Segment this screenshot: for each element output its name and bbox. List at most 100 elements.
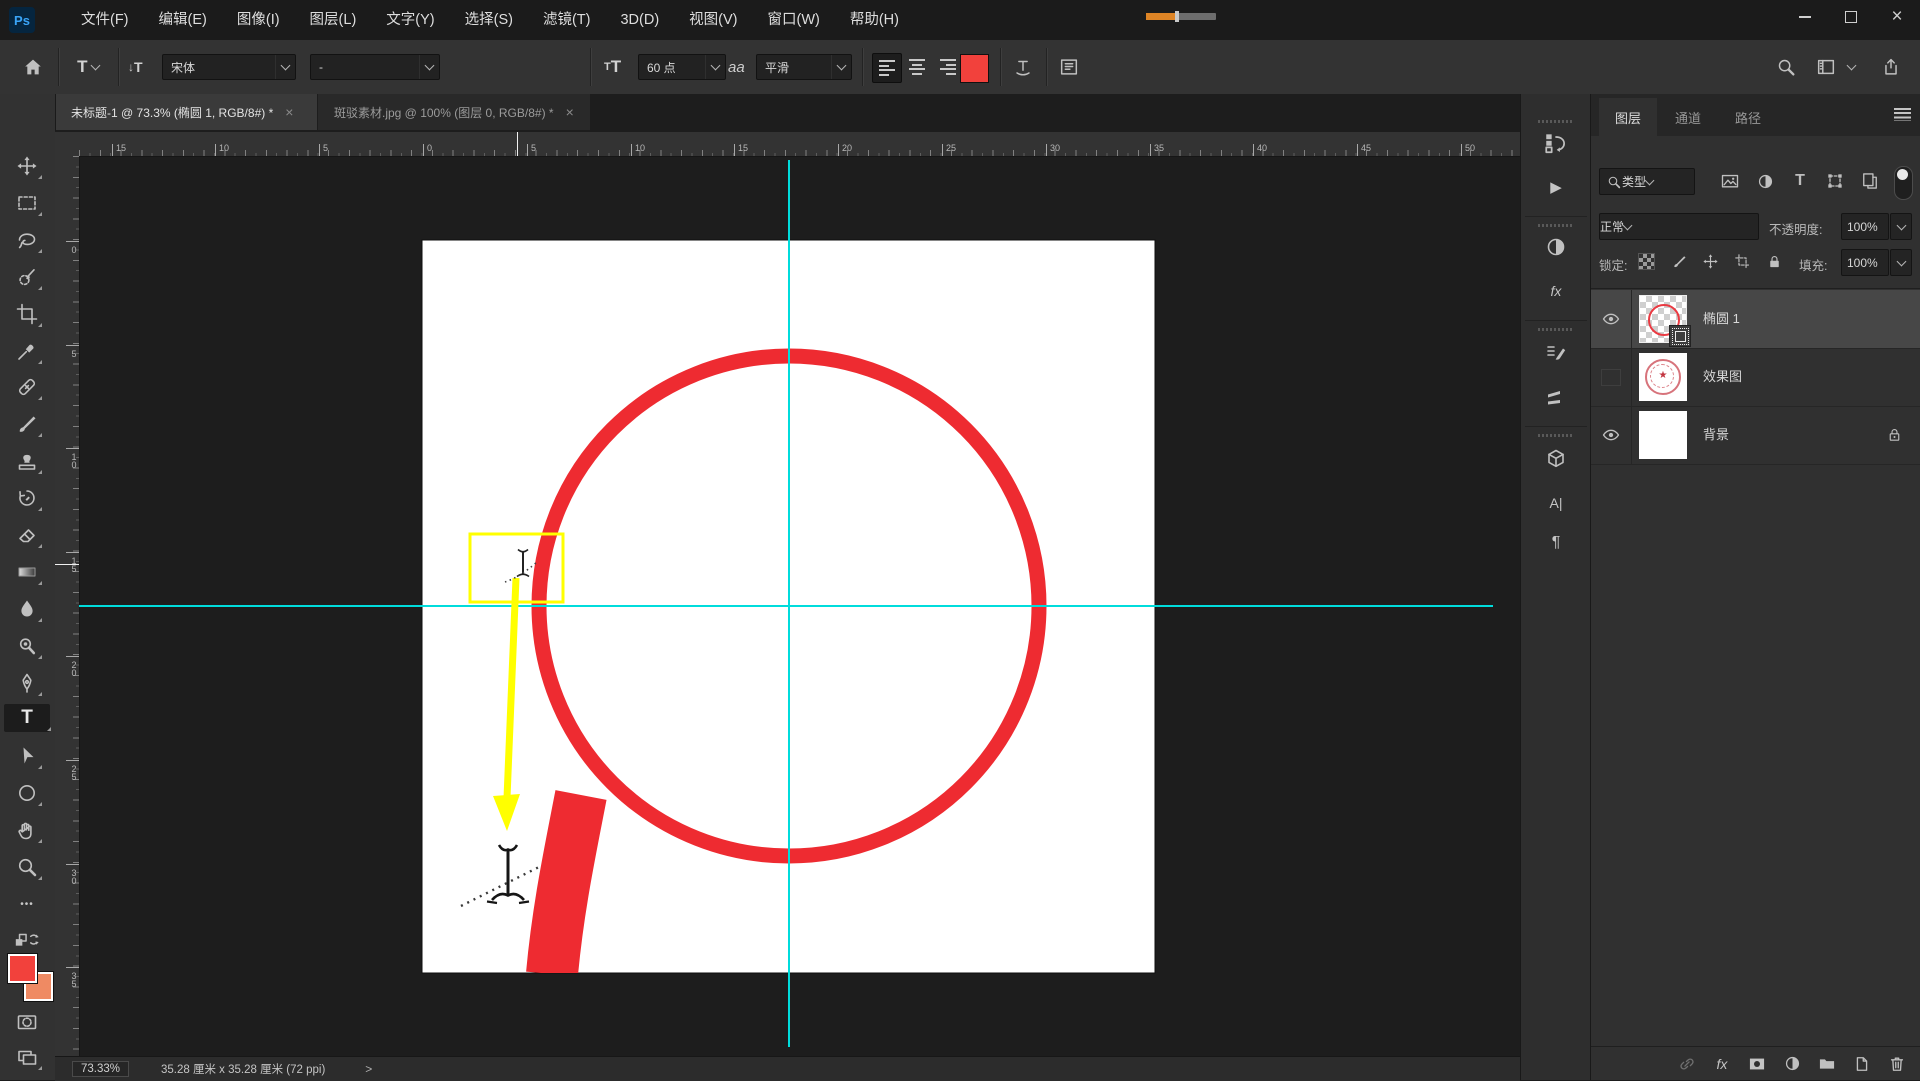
styles-panel-icon[interactable]: fx: [1543, 278, 1569, 304]
lock-image-pixels-icon[interactable]: [1668, 250, 1690, 272]
gradient-tool[interactable]: [13, 558, 41, 586]
brushes-panel-icon[interactable]: [1543, 384, 1569, 410]
menu-select[interactable]: 选择(S): [450, 0, 528, 40]
opacity-dropdown-icon[interactable]: [1890, 213, 1912, 240]
menu-window[interactable]: 窗口(W): [753, 0, 835, 40]
menu-help[interactable]: 帮助(H): [835, 0, 914, 40]
default-swap-colors-icon[interactable]: [13, 927, 41, 955]
lasso-tool[interactable]: [13, 226, 41, 254]
tab-close-icon[interactable]: ×: [566, 104, 574, 120]
new-adjustment-layer-icon[interactable]: [1780, 1052, 1804, 1076]
workspace-chevron-icon[interactable]: [1848, 54, 1855, 80]
brush-tool[interactable]: [13, 410, 41, 438]
menu-3d[interactable]: 3D(D): [605, 0, 674, 40]
menu-edit[interactable]: 编辑(E): [144, 0, 222, 40]
anti-alias-select[interactable]: 平滑: [756, 54, 852, 80]
tab-paths[interactable]: 路径: [1719, 98, 1777, 136]
document-canvas[interactable]: [79, 155, 1520, 1056]
tab-channels[interactable]: 通道: [1659, 98, 1717, 136]
filter-pixel-layers-icon[interactable]: [1719, 170, 1741, 192]
menu-layer[interactable]: 图层(L): [295, 0, 372, 40]
opacity-value-field[interactable]: 100%: [1841, 213, 1889, 240]
dock-grip[interactable]: [1538, 328, 1574, 331]
filter-smart-objects-icon[interactable]: [1859, 170, 1881, 192]
text-orientation-icon[interactable]: ↓T: [128, 54, 143, 80]
type-tool[interactable]: T: [4, 704, 50, 732]
tab-close-icon[interactable]: ×: [285, 104, 293, 120]
zoom-level-field[interactable]: 73.33%: [72, 1061, 129, 1077]
visibility-toggle[interactable]: [1591, 290, 1632, 348]
layer-name[interactable]: 椭圆 1: [1703, 290, 1740, 348]
font-size-select[interactable]: 60 点: [638, 54, 726, 80]
lock-artboard-icon[interactable]: [1731, 250, 1753, 272]
tab-banbo-sucai[interactable]: 斑驳素材.jpg @ 100% (图层 0, RGB/8#) * ×: [318, 94, 590, 130]
layer-row-ellipse-1[interactable]: 椭圆 1: [1591, 290, 1920, 349]
menu-file[interactable]: 文件(F): [66, 0, 144, 40]
layer-name[interactable]: 效果图: [1703, 348, 1742, 406]
adjustments-panel-icon[interactable]: [1543, 234, 1569, 260]
quick-selection-tool[interactable]: [13, 263, 41, 291]
screen-mode-icon[interactable]: [13, 1043, 41, 1071]
lock-transparent-pixels-icon[interactable]: [1635, 250, 1657, 272]
history-brush-tool[interactable]: [13, 484, 41, 512]
minimize-button[interactable]: [1782, 0, 1828, 34]
filter-toggle-switch[interactable]: [1894, 166, 1913, 200]
status-expand-icon[interactable]: >: [365, 1062, 372, 1076]
fill-dropdown-icon[interactable]: [1890, 249, 1912, 276]
delete-layer-icon[interactable]: [1885, 1052, 1909, 1076]
visibility-toggle[interactable]: [1591, 406, 1632, 464]
dock-grip[interactable]: [1538, 434, 1574, 437]
toggle-panels-icon[interactable]: [1058, 54, 1080, 80]
filter-type-layers-icon[interactable]: T: [1789, 170, 1811, 192]
horizontal-ruler[interactable]: 1510505101520253035404550: [79, 132, 1520, 157]
actions-panel-icon[interactable]: ▶: [1543, 174, 1569, 200]
path-selection-tool[interactable]: [13, 742, 41, 770]
dock-grip[interactable]: [1538, 120, 1574, 123]
new-layer-icon[interactable]: [1850, 1052, 1874, 1076]
character-panel-icon[interactable]: A|: [1543, 490, 1569, 516]
crop-tool[interactable]: [13, 300, 41, 328]
layer-thumbnail[interactable]: [1639, 295, 1687, 343]
new-group-icon[interactable]: [1815, 1052, 1839, 1076]
layer-row-effect-image[interactable]: ★ 效果图: [1591, 348, 1920, 407]
clone-stamp-tool[interactable]: [13, 447, 41, 475]
filter-adjustment-layers-icon[interactable]: [1754, 170, 1776, 192]
dock-grip[interactable]: [1538, 224, 1574, 227]
blend-mode-select[interactable]: 正常: [1599, 213, 1759, 240]
search-icon[interactable]: [1775, 54, 1797, 80]
menu-type[interactable]: 文字(Y): [371, 0, 449, 40]
align-right-button[interactable]: [934, 53, 962, 81]
eraser-tool[interactable]: [13, 521, 41, 549]
restore-button[interactable]: [1828, 0, 1874, 34]
ruler-origin-corner[interactable]: [55, 132, 80, 157]
quick-mask-icon[interactable]: [13, 1008, 41, 1036]
eyedropper-tool[interactable]: [13, 337, 41, 365]
warp-text-icon[interactable]: [1012, 54, 1034, 80]
workspace-icon[interactable]: [1815, 54, 1837, 80]
dodge-tool[interactable]: [13, 632, 41, 660]
pen-tool[interactable]: [13, 669, 41, 697]
spot-healing-brush-tool[interactable]: [13, 373, 41, 401]
link-layers-icon[interactable]: [1675, 1052, 1699, 1076]
menu-view[interactable]: 视图(V): [674, 0, 752, 40]
titlebar-progress-slider[interactable]: [1146, 13, 1216, 20]
share-icon[interactable]: [1880, 54, 1902, 80]
layer-row-background[interactable]: 背景: [1591, 406, 1920, 465]
tab-untitled-1[interactable]: 未标题-1 @ 73.3% (椭圆 1, RGB/8#) * ×: [55, 94, 317, 130]
home-icon[interactable]: [22, 54, 44, 80]
lock-all-icon[interactable]: [1763, 250, 1785, 272]
zoom-tool[interactable]: [13, 853, 41, 881]
rectangular-marquee-tool[interactable]: [13, 189, 41, 217]
font-family-select[interactable]: 宋体: [162, 54, 296, 80]
layer-style-fx-icon[interactable]: fx: [1710, 1052, 1734, 1076]
tab-layers[interactable]: 图层: [1599, 98, 1657, 136]
filter-shape-layers-icon[interactable]: [1824, 170, 1846, 192]
close-button[interactable]: ×: [1874, 0, 1920, 34]
lock-position-icon[interactable]: [1699, 250, 1721, 272]
layer-thumbnail[interactable]: [1639, 411, 1687, 459]
layer-name[interactable]: 背景: [1703, 406, 1729, 464]
edit-toolbar-ellipsis-icon[interactable]: •••: [13, 890, 41, 918]
hand-tool[interactable]: [13, 816, 41, 844]
font-style-select[interactable]: -: [310, 54, 440, 80]
menu-image[interactable]: 图像(I): [222, 0, 295, 40]
